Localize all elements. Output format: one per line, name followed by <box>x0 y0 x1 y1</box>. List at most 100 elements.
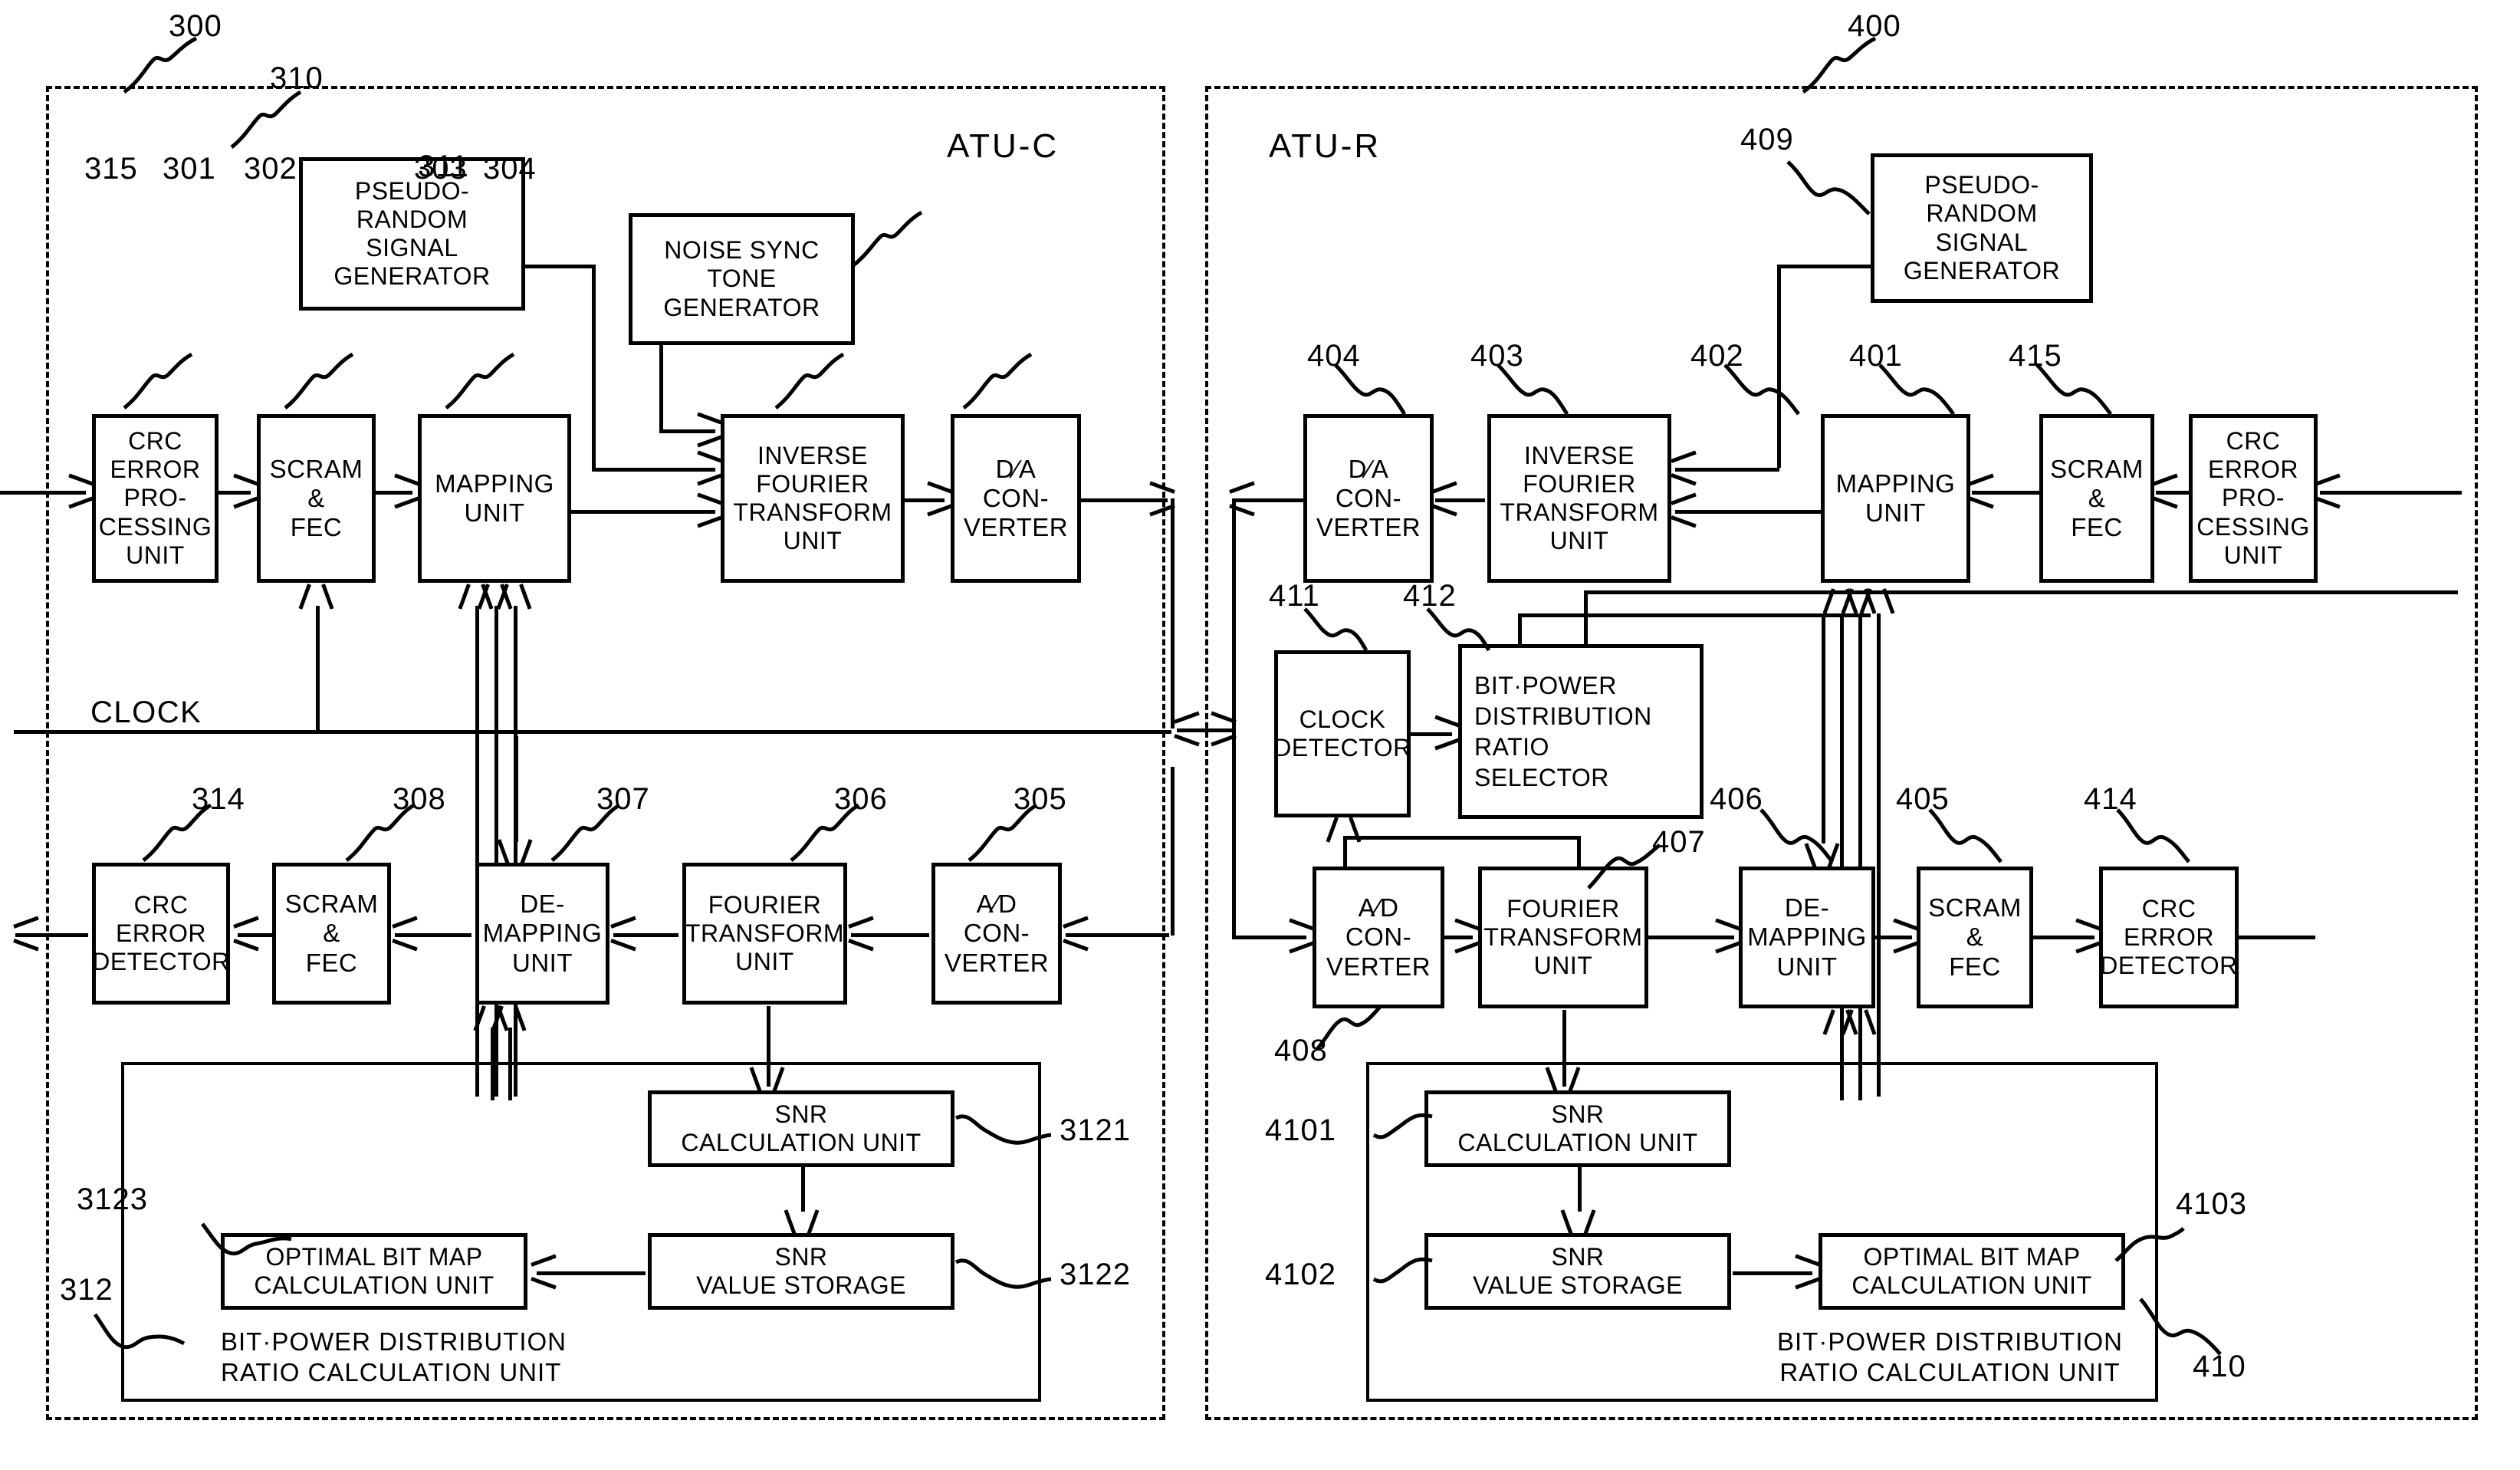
patent-figure-canvas: ATU-C ATU-R CRC ERROR PRO- CESSING UNIT … <box>0 0 2520 1470</box>
wire-atur-mapping-to-ifft <box>1675 510 1821 514</box>
wire-atur-ifft-to-da <box>1435 498 1485 502</box>
wire-atuc-scram-to-mapping <box>376 491 412 495</box>
wire-atuc-ad-to-fft <box>851 933 929 937</box>
wire-selector-bus-h <box>1518 613 1871 617</box>
leader-303 <box>774 352 847 410</box>
atur-crc-error-detector[interactable]: CRC ERROR DETECTOR <box>2099 867 2239 1008</box>
leader-3121 <box>954 1110 1053 1149</box>
ref-406: 406 <box>1710 782 1763 816</box>
atur-bit-power-distribution-ratio-calculation-unit-label: BIT·POWER DISTRIBUTION RATIO CALCULATION… <box>1777 1327 2123 1386</box>
atuc-crc-error-processing-unit[interactable]: CRC ERROR PRO- CESSING UNIT <box>92 414 218 583</box>
atuc-fourier-transform-unit[interactable]: FOURIER TRANSFORM UNIT <box>682 863 847 1005</box>
atuc-ad-converter[interactable]: A∕D CON- VERTER <box>931 863 1062 1005</box>
atur-snr-value-storage[interactable]: SNR VALUE STORAGE <box>1424 1233 1731 1310</box>
atuc-inverse-fourier-transform-unit[interactable]: INVERSE FOURIER TRANSFORM UNIT <box>721 414 905 583</box>
atu-c-title: ATU-C <box>947 127 1060 165</box>
wire-atur-line-to-ad <box>1232 936 1306 939</box>
atur-pseudo-random-signal-generator[interactable]: PSEUDO- RANDOM SIGNAL GENERATOR <box>1871 153 2093 303</box>
leader-407 <box>1587 843 1662 891</box>
atur-mapping-unit[interactable]: MAPPING UNIT <box>1821 414 1970 583</box>
wire-atur-scram-to-mapping <box>1972 491 2041 495</box>
wire-atur-scramrx-to-crcdet <box>2033 936 2095 939</box>
atu-r-title: ATU-R <box>1269 127 1382 165</box>
ref-3122: 3122 <box>1060 1258 1131 1291</box>
leader-4101 <box>1372 1110 1434 1147</box>
ref-3121: 3121 <box>1060 1113 1131 1147</box>
atuc-da-converter[interactable]: D∕A CON- VERTER <box>951 414 1081 583</box>
atur-ad-converter[interactable]: A∕D CON- VERTER <box>1313 867 1444 1008</box>
atur-scram-fec-tx[interactable]: SCRAM & FEC <box>2039 414 2154 583</box>
atur-bit-power-distribution-ratio-selector[interactable]: BIT·POWER DISTRIBUTION RATIO SELECTOR <box>1458 644 1704 819</box>
ref-403: 403 <box>1470 339 1524 373</box>
wire-line-bidirectional <box>1177 728 1232 732</box>
wire-atuc-output <box>15 933 88 937</box>
atur-da-converter[interactable]: D∕A CON- VERTER <box>1303 414 1434 583</box>
ref-4101: 4101 <box>1265 1113 1336 1147</box>
wire-optimalbitmap-to-demap-a <box>491 1028 494 1100</box>
ref-305: 305 <box>1014 782 1067 816</box>
wire-atur-input <box>2320 491 2462 495</box>
ref-409: 409 <box>1740 123 1794 156</box>
atuc-crc-error-detector[interactable]: CRC ERROR DETECTOR <box>92 863 230 1005</box>
wire-atuc-crc-to-scram <box>218 491 251 495</box>
atur-optimal-bit-map-calculation-unit[interactable]: OPTIMAL BIT MAP CALCULATION UNIT <box>1819 1233 2125 1310</box>
wire-atuc-line-vert2 <box>1171 767 1175 936</box>
wire-atur-prbs-to-ifft <box>1675 468 1779 472</box>
wire-atur-fft-to-clockdet-branch <box>1577 836 1581 868</box>
ref-400: 400 <box>1848 9 1901 43</box>
ref-407: 407 <box>1652 825 1706 859</box>
ref-308: 308 <box>393 782 446 816</box>
leader-304 <box>962 352 1035 410</box>
wire-bitpower-to-atur-mapping-b <box>1858 613 1862 1097</box>
wire-atur-fft-to-demap <box>1648 936 1734 939</box>
wire-atuc-ifft-to-da <box>905 498 945 502</box>
wire-atur-optimal-to-demap-a <box>1840 1031 1844 1100</box>
wire-atuc-line-to-ad <box>1066 933 1169 937</box>
leader-310 <box>230 90 307 150</box>
leader-301 <box>284 352 356 410</box>
atur-clock-detector[interactable]: CLOCK DETECTOR <box>1273 650 1411 817</box>
atur-de-mapping-unit[interactable]: DE- MAPPING UNIT <box>1739 867 1875 1008</box>
wire-atuc-prbs-vert <box>592 265 596 468</box>
leader-4102 <box>1372 1255 1434 1291</box>
wire-atuc-demap-to-scramrx <box>395 933 471 937</box>
wire-atur-line-vert <box>1232 498 1236 728</box>
wire-atur-da-out <box>1234 498 1305 502</box>
atur-snr-calculation-unit[interactable]: SNR CALCULATION UNIT <box>1424 1090 1731 1167</box>
atuc-snr-value-storage[interactable]: SNR VALUE STORAGE <box>648 1233 954 1310</box>
wire-storage-to-optimal <box>537 1271 646 1275</box>
atuc-de-mapping-unit[interactable]: DE- MAPPING UNIT <box>475 863 609 1005</box>
atuc-scram-fec-rx[interactable]: SCRAM & FEC <box>272 863 391 1005</box>
atuc-scram-fec-tx[interactable]: SCRAM & FEC <box>257 414 376 583</box>
wire-atuc-mapping-to-ifft <box>571 510 715 514</box>
wire-atur-ad-to-clockdet-vert <box>1343 836 1347 868</box>
wire-atur-fft-to-snrcalc <box>1562 1010 1566 1087</box>
wire-atuc-prbs-out <box>525 265 594 268</box>
ref-310: 310 <box>270 61 324 95</box>
atuc-bit-power-distribution-ratio-calculation-unit-label: BIT·POWER DISTRIBUTION RATIO CALCULATION… <box>221 1327 567 1386</box>
wire-atuc-input <box>0 491 86 495</box>
atur-crc-error-processing-unit[interactable]: CRC ERROR PRO- CESSING UNIT <box>2189 414 2318 583</box>
wire-atuc-scramrx-to-crcdet <box>238 933 272 937</box>
wire-atur-crc-to-scram <box>2156 491 2193 495</box>
atur-scram-fec-rx[interactable]: SCRAM & FEC <box>1917 867 2033 1008</box>
leader-4103 <box>2114 1227 2185 1267</box>
atuc-noise-sync-tone-generator[interactable]: NOISE SYNC TONE GENERATOR <box>629 213 855 345</box>
wire-atur-snrcalc-to-storage <box>1578 1167 1582 1212</box>
leader-3122 <box>954 1255 1053 1293</box>
leader-400 <box>1802 36 1886 94</box>
atuc-mapping-unit[interactable]: MAPPING UNIT <box>418 414 571 583</box>
ref-401: 401 <box>1849 339 1903 373</box>
wire-to-demapping-down <box>514 736 518 842</box>
wire-atur-output <box>2239 936 2315 939</box>
ref-412: 412 <box>1403 579 1457 613</box>
atuc-snr-calculation-unit[interactable]: SNR CALCULATION UNIT <box>648 1090 954 1167</box>
ref-315: 315 <box>84 152 138 186</box>
leader-312 <box>93 1310 186 1356</box>
wire-bitpower-to-mapping-c <box>514 606 517 1097</box>
ref-415: 415 <box>2009 339 2062 373</box>
wire-atuc-noise-to-ifft <box>659 429 715 433</box>
atur-inverse-fourier-transform-unit[interactable]: INVERSE FOURIER TRANSFORM UNIT <box>1487 414 1671 583</box>
leader-409 <box>1786 157 1871 217</box>
ref-3123: 3123 <box>77 1182 148 1216</box>
